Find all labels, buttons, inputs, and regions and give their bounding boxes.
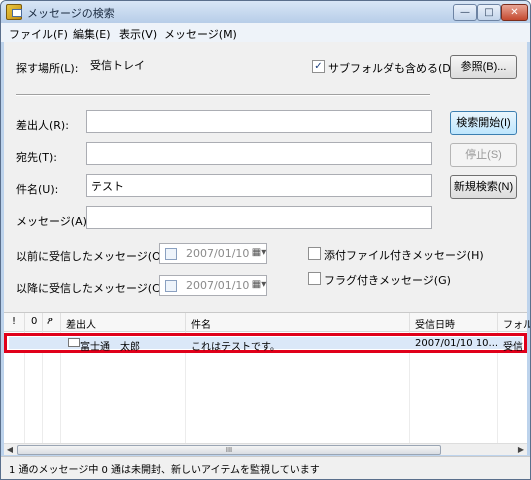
status-bar: 1 通のメッセージ中 0 通は未開封、新しいアイテムを監視しています	[1, 456, 530, 479]
search-criteria-panel: 探す場所(L): 受信トレイ ✓ サブフォルダも含める(D) 参照(B)... …	[4, 42, 527, 312]
table-row[interactable]: 富士通 太郎 これはテストです。 2007/01/10 10... 受信	[4, 333, 527, 353]
column-priority[interactable]: !	[12, 316, 16, 327]
scroll-right-icon[interactable]: ▶	[515, 444, 527, 456]
attachment-label: 添付ファイル付きメッセージ(H)	[324, 249, 484, 262]
menu-file[interactable]: ファイル(F)	[9, 26, 68, 42]
received-after-value: 2007/01/10	[186, 279, 250, 292]
column-flag[interactable]: ዖ	[47, 316, 53, 327]
envelope-icon	[68, 338, 80, 347]
received-before-value: 2007/01/10	[186, 247, 250, 260]
menu-message[interactable]: メッセージ(M)	[164, 26, 237, 42]
location-value: 受信トレイ	[90, 59, 145, 72]
start-search-button[interactable]: 検索開始(I)	[450, 111, 517, 135]
column-subject[interactable]: 件名	[191, 316, 211, 331]
results-list[interactable]: ! 0 ዖ 差出人 件名 受信日時 フォル 富士通 太郎 これはテストです。 2…	[4, 312, 530, 455]
app-icon	[6, 4, 22, 20]
calendar-dropdown-icon[interactable]: ▦▾	[248, 243, 270, 264]
flagged-label: フラグ付きメッセージ(G)	[324, 274, 451, 287]
minimize-button[interactable]: —	[453, 4, 477, 21]
maximize-button[interactable]: □	[477, 4, 501, 21]
horizontal-scrollbar[interactable]: ◀ III ▶	[4, 443, 527, 455]
row-folder: 受信	[503, 342, 523, 353]
browse-button[interactable]: 参照(B)...	[450, 55, 517, 79]
menu-edit[interactable]: 編集(E)	[73, 26, 111, 42]
separator	[16, 94, 430, 96]
find-message-window: メッセージの検索 — □ ✕ ファイル(F) 編集(E) 表示(V) メッセージ…	[0, 0, 531, 480]
new-search-button[interactable]: 新規検索(N)	[450, 175, 517, 199]
received-before-label: 以前に受信したメッセージ(O):	[16, 250, 169, 263]
menu-bar: ファイル(F) 編集(E) 表示(V) メッセージ(M)	[1, 23, 530, 42]
stop-button[interactable]: 停止(S)	[450, 143, 517, 167]
scroll-thumb[interactable]: III	[17, 445, 441, 455]
subject-field[interactable]	[86, 174, 432, 197]
menu-view[interactable]: 表示(V)	[119, 26, 157, 42]
received-after-label: 以降に受信したメッセージ(C):	[16, 282, 168, 295]
received-before-checkbox[interactable]	[165, 248, 177, 260]
subfolder-checkbox[interactable]: ✓	[312, 60, 325, 73]
subfolder-label: サブフォルダも含める(D)	[328, 62, 456, 75]
attachment-checkbox[interactable]	[308, 247, 321, 260]
location-label: 探す場所(L):	[16, 62, 79, 75]
row-from: 富士通 太郎	[80, 342, 140, 353]
to-label: 宛先(T):	[16, 151, 58, 164]
flagged-checkbox[interactable]	[308, 272, 321, 285]
row-subject: これはテストです。	[191, 342, 280, 353]
status-text: 1 通のメッセージ中 0 通は未開封、新しいアイテムを監視しています	[9, 465, 320, 476]
column-from[interactable]: 差出人	[66, 316, 96, 331]
close-button[interactable]: ✕	[501, 4, 528, 21]
window-title: メッセージの検索	[27, 7, 115, 20]
calendar-dropdown-icon[interactable]: ▦▾	[248, 275, 270, 296]
subject-label: 件名(U):	[16, 183, 59, 196]
column-received[interactable]: 受信日時	[415, 316, 455, 331]
received-after-checkbox[interactable]	[165, 280, 177, 292]
title-bar: メッセージの検索 — □ ✕	[1, 1, 530, 23]
message-label: メッセージ(A):	[16, 215, 91, 228]
row-received: 2007/01/10 10...	[415, 338, 499, 349]
to-field[interactable]	[86, 142, 432, 165]
message-field[interactable]	[86, 206, 432, 229]
from-field[interactable]	[86, 110, 432, 133]
column-attachment[interactable]: 0	[31, 316, 37, 327]
from-label: 差出人(R):	[16, 119, 69, 132]
column-folder[interactable]: フォル	[503, 316, 530, 331]
list-header: ! 0 ዖ 差出人 件名 受信日時 フォル	[4, 313, 530, 332]
scroll-left-icon[interactable]: ◀	[4, 444, 16, 456]
